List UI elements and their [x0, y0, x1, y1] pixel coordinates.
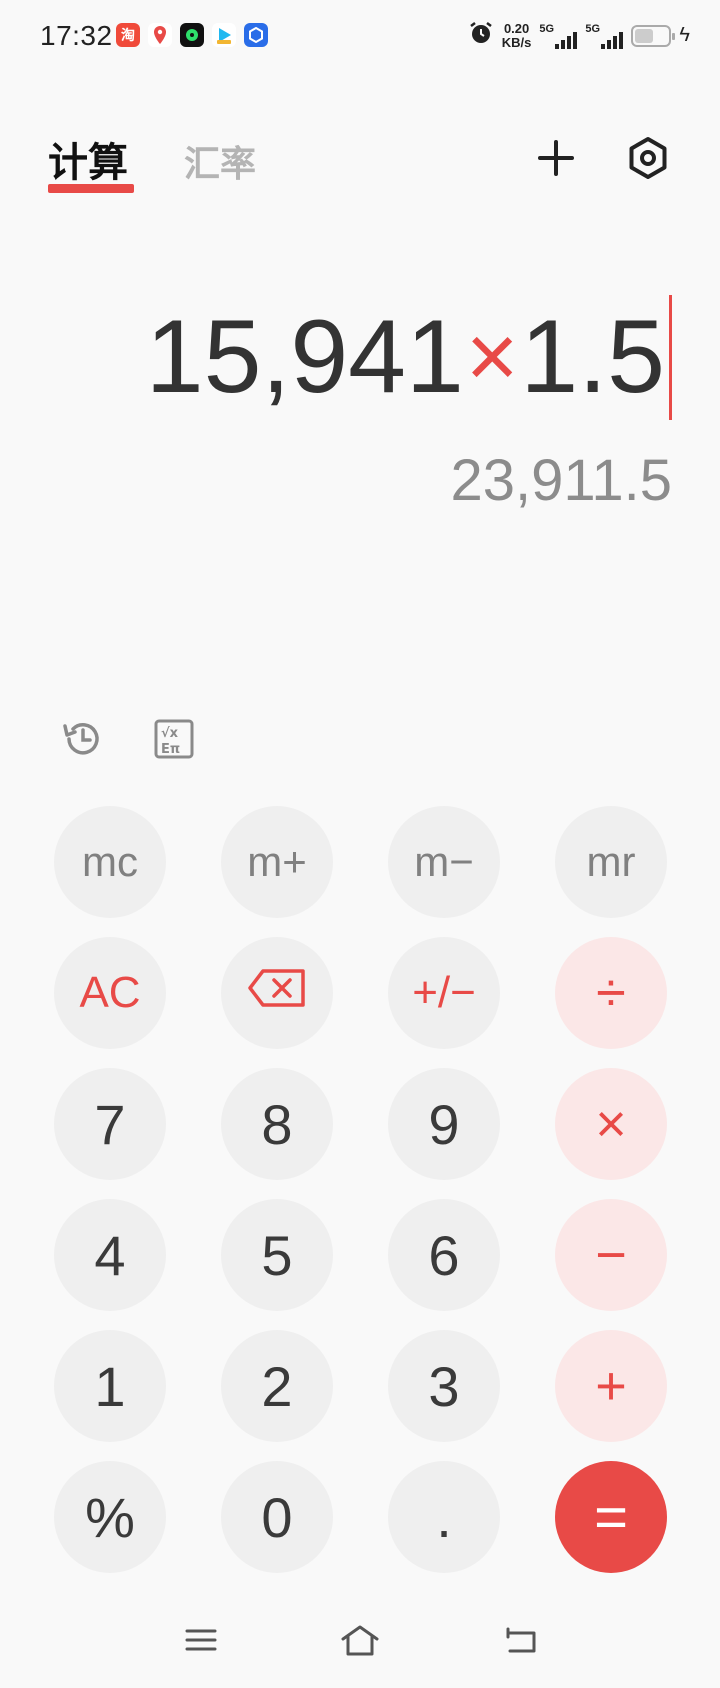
result-preview: 23,911.5	[450, 448, 672, 513]
status-time: 17:32	[40, 20, 113, 51]
digit-2-button[interactable]: 2	[221, 1330, 333, 1442]
toggle-sign-button[interactable]: +/−	[388, 937, 500, 1049]
subtract-button[interactable]: −	[555, 1199, 667, 1311]
operator-symbol: ×	[465, 307, 519, 407]
digit-4-button[interactable]: 4	[54, 1199, 166, 1311]
status-bar: 17:32 淘 0.20 KB/s 5G 5G ϟ	[0, 0, 720, 74]
digit-9-button[interactable]: 9	[388, 1068, 500, 1180]
nav-back-button[interactable]	[496, 1620, 546, 1664]
collapse-button[interactable]	[528, 132, 584, 188]
signal-bars-icon	[601, 31, 624, 49]
alarm-icon	[468, 20, 494, 51]
battery-fill	[635, 28, 654, 43]
operand-1: 15,941	[145, 299, 464, 415]
network-speed: 0.20 KB/s	[501, 20, 532, 50]
signal-bars-icon	[555, 31, 578, 49]
map-pin-icon	[148, 23, 172, 47]
scientific-mode-icon: √x Eπ	[154, 719, 194, 764]
equals-button[interactable]: =	[555, 1461, 667, 1573]
settings-icon	[626, 136, 670, 185]
digit-5-button[interactable]: 5	[221, 1199, 333, 1311]
scientific-mode-button[interactable]: √x Eπ	[149, 716, 199, 766]
tab-active-indicator	[48, 184, 134, 193]
digit-7-button[interactable]: 7	[54, 1068, 166, 1180]
tab-calculator[interactable]: 计算	[48, 130, 128, 188]
backspace-button[interactable]	[221, 937, 333, 1049]
charging-icon: ϟ	[679, 24, 690, 46]
music-icon	[180, 23, 204, 47]
video-play-icon	[212, 23, 236, 47]
divide-button[interactable]: ÷	[555, 937, 667, 1049]
settings-button[interactable]	[620, 132, 676, 188]
home-icon	[340, 1624, 380, 1661]
svg-text:Eπ: Eπ	[161, 742, 180, 757]
nav-home-button[interactable]	[335, 1620, 385, 1664]
battery-icon	[631, 24, 676, 47]
operand-2: 1.5	[520, 299, 665, 415]
memory-clear-button[interactable]: mc	[54, 806, 166, 918]
expression-display[interactable]: 15,941 × 1.5	[146, 295, 672, 420]
backspace-icon	[247, 968, 307, 1019]
history-button[interactable]	[58, 716, 108, 766]
box-app-icon	[244, 23, 268, 47]
signal-sim2: 5G	[585, 21, 624, 51]
memory-add-button[interactable]: m+	[221, 806, 333, 918]
history-icon	[60, 716, 106, 767]
notification-icons: 淘	[116, 23, 268, 47]
signal-sim1: 5G	[539, 21, 578, 51]
digit-6-button[interactable]: 6	[388, 1199, 500, 1311]
back-icon	[504, 1625, 538, 1660]
digit-3-button[interactable]: 3	[388, 1330, 500, 1442]
svg-text:√x: √x	[161, 726, 179, 741]
taobao-icon: 淘	[116, 23, 140, 47]
tab-exchange-rate[interactable]: 汇率	[184, 135, 256, 187]
digit-1-button[interactable]: 1	[54, 1330, 166, 1442]
menu-icon	[185, 1627, 217, 1658]
all-clear-button[interactable]: AC	[54, 937, 166, 1049]
memory-recall-button[interactable]: mr	[555, 806, 667, 918]
digit-8-button[interactable]: 8	[221, 1068, 333, 1180]
memory-subtract-button[interactable]: m−	[388, 806, 500, 918]
text-cursor	[669, 295, 672, 420]
add-button[interactable]: +	[555, 1330, 667, 1442]
percent-button[interactable]: %	[54, 1461, 166, 1573]
nav-menu-button[interactable]	[176, 1620, 226, 1664]
digit-0-button[interactable]: 0	[221, 1461, 333, 1573]
collapse-icon	[534, 136, 578, 185]
decimal-point-button[interactable]: .	[388, 1461, 500, 1573]
multiply-button[interactable]: ×	[555, 1068, 667, 1180]
